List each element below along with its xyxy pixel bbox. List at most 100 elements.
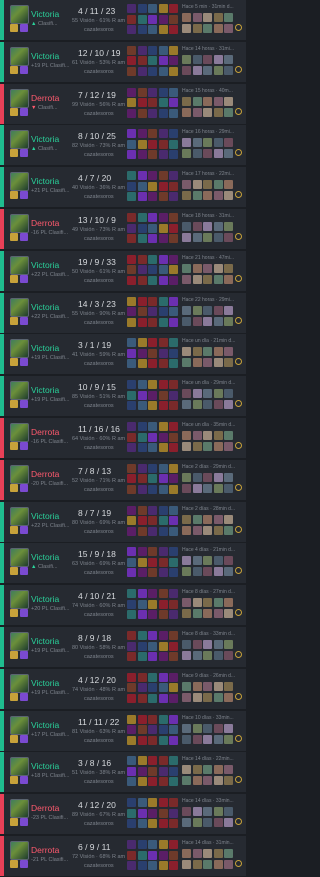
player-avatar[interactable]: [213, 54, 223, 64]
player-avatar[interactable]: [192, 556, 202, 566]
player-avatar[interactable]: [182, 65, 191, 75]
player-avatar[interactable]: [213, 765, 223, 775]
match-row[interactable]: Victoria +22 PL Clasifi... 8 / 7 / 19 80 Vi…: [0, 501, 246, 542]
player-avatar[interactable]: [224, 138, 233, 148]
player-avatar[interactable]: [192, 525, 202, 535]
player-avatar[interactable]: [192, 400, 202, 410]
player-avatar[interactable]: [182, 860, 191, 869]
player-avatar[interactable]: [203, 598, 212, 608]
player-avatar[interactable]: [192, 54, 202, 64]
player-avatar[interactable]: [203, 483, 212, 493]
player-avatar[interactable]: [224, 734, 233, 744]
player-avatar[interactable]: [213, 598, 223, 608]
match-row[interactable]: Derrota -16 PL Clasifi... 11 / 16 / 16 64 V…: [0, 418, 246, 458]
player-avatar[interactable]: [213, 442, 223, 451]
match-row[interactable]: Victoria +17 PL Clasifi... 11 / 11 / 22 81 …: [0, 710, 246, 751]
player-avatar[interactable]: [192, 263, 202, 273]
player-avatar[interactable]: [203, 807, 212, 817]
match-row[interactable]: Victoria +18 PL Clasifi... 3 / 8 / 16 51 Vi…: [0, 752, 246, 793]
player-avatar[interactable]: [192, 765, 202, 775]
player-avatar[interactable]: [224, 692, 233, 702]
player-avatar[interactable]: [192, 442, 202, 451]
player-avatar[interactable]: [203, 24, 212, 33]
player-avatar[interactable]: [203, 692, 212, 702]
player-avatar[interactable]: [182, 692, 191, 702]
player-avatar[interactable]: [192, 483, 202, 493]
player-avatar[interactable]: [213, 222, 223, 231]
player-avatar[interactable]: [182, 849, 191, 858]
player-avatar[interactable]: [182, 274, 191, 284]
player-avatar[interactable]: [203, 640, 212, 649]
player-avatar[interactable]: [182, 734, 191, 744]
player-avatar[interactable]: [224, 400, 233, 410]
player-avatar[interactable]: [213, 567, 223, 577]
player-avatar[interactable]: [224, 191, 233, 201]
match-row[interactable]: Victoria +19 PL Clasifi... 12 / 10 / 19 61 …: [0, 41, 246, 82]
player-avatar[interactable]: [203, 818, 212, 828]
player-avatar[interactable]: [213, 13, 223, 22]
player-avatar[interactable]: [224, 263, 233, 273]
player-avatar[interactable]: [192, 567, 202, 577]
player-avatar[interactable]: [203, 525, 212, 535]
match-row[interactable]: Victoria +20 PL Clasifi... 4 / 10 / 21 74 V…: [0, 585, 246, 626]
player-avatar[interactable]: [224, 609, 233, 619]
match-row[interactable]: Victoria ▲ Clasifi... 15 / 9 / 18 63 Visión…: [0, 543, 246, 584]
player-avatar[interactable]: [192, 96, 202, 106]
player-avatar[interactable]: [224, 65, 233, 75]
player-avatar[interactable]: [192, 776, 202, 786]
player-avatar[interactable]: [192, 681, 202, 691]
player-avatar[interactable]: [192, 233, 202, 242]
player-avatar[interactable]: [192, 191, 202, 201]
player-avatar[interactable]: [182, 598, 191, 608]
player-avatar[interactable]: [203, 514, 212, 524]
player-avatar[interactable]: [224, 776, 233, 786]
player-avatar[interactable]: [192, 389, 202, 399]
player-avatar[interactable]: [224, 180, 233, 190]
player-avatar[interactable]: [203, 274, 212, 284]
player-avatar[interactable]: [224, 149, 233, 159]
match-row[interactable]: Victoria +19 PL Clasifi... 8 / 9 / 18 80 Vi…: [0, 627, 246, 667]
player-avatar[interactable]: [224, 483, 233, 493]
player-avatar[interactable]: [213, 316, 223, 326]
player-avatar[interactable]: [192, 692, 202, 702]
player-avatar[interactable]: [203, 442, 212, 451]
player-avatar[interactable]: [203, 849, 212, 858]
player-avatar[interactable]: [192, 818, 202, 828]
player-avatar[interactable]: [192, 609, 202, 619]
match-row[interactable]: Victoria +21 PL Clasifi... 4 / 7 / 20 40 Vi…: [0, 167, 246, 208]
player-avatar[interactable]: [192, 347, 202, 357]
player-avatar[interactable]: [203, 316, 212, 326]
player-avatar[interactable]: [213, 556, 223, 566]
player-avatar[interactable]: [213, 233, 223, 242]
player-avatar[interactable]: [182, 191, 191, 201]
player-avatar[interactable]: [192, 180, 202, 190]
player-avatar[interactable]: [213, 65, 223, 75]
player-avatar[interactable]: [213, 191, 223, 201]
player-avatar[interactable]: [203, 860, 212, 869]
player-avatar[interactable]: [213, 723, 223, 733]
player-avatar[interactable]: [224, 347, 233, 357]
player-avatar[interactable]: [213, 525, 223, 535]
match-row[interactable]: Victoria ▲ Clasifi... 8 / 10 / 25 82 Visión…: [0, 125, 246, 166]
player-avatar[interactable]: [203, 180, 212, 190]
player-avatar[interactable]: [224, 233, 233, 242]
player-avatar[interactable]: [224, 107, 233, 117]
player-avatar[interactable]: [213, 849, 223, 858]
player-avatar[interactable]: [192, 358, 202, 368]
player-avatar[interactable]: [192, 807, 202, 817]
player-avatar[interactable]: [182, 222, 191, 231]
player-avatar[interactable]: [192, 514, 202, 524]
player-avatar[interactable]: [203, 609, 212, 619]
player-avatar[interactable]: [213, 96, 223, 106]
player-avatar[interactable]: [182, 818, 191, 828]
player-avatar[interactable]: [213, 347, 223, 357]
player-avatar[interactable]: [192, 640, 202, 649]
player-avatar[interactable]: [182, 807, 191, 817]
player-avatar[interactable]: [213, 472, 223, 482]
player-avatar[interactable]: [224, 807, 233, 817]
player-avatar[interactable]: [182, 431, 191, 440]
player-avatar[interactable]: [192, 734, 202, 744]
player-avatar[interactable]: [224, 274, 233, 284]
player-avatar[interactable]: [182, 483, 191, 493]
player-avatar[interactable]: [182, 316, 191, 326]
